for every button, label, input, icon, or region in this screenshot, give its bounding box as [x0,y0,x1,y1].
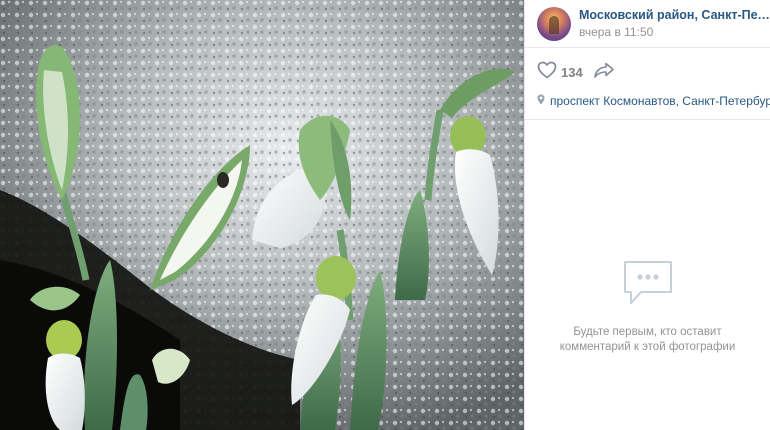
map-pin-icon [537,94,545,108]
empty-comments-text: Будьте первым, кто оставит комментарий к… [559,326,736,353]
post-author: Московский район, Санкт-Петербург вчера … [525,0,770,48]
author-info: Московский район, Санкт-Петербург вчера … [579,8,770,39]
like-button[interactable]: 134 [537,61,583,84]
author-name-link[interactable]: Московский район, Санкт-Петербург [579,8,770,22]
snowdrop-photo [0,0,524,430]
comment-bubble-icon [621,258,675,313]
avatar[interactable] [537,6,571,41]
photo-sidebar: Московский район, Санкт-Петербург вчера … [524,0,770,430]
post-time[interactable]: вчера в 11:50 [579,25,770,39]
post-actions: 134 [525,52,770,92]
share-arrow-icon [593,61,615,84]
comments-empty-state: Будьте первым, кто оставит комментарий к… [525,258,770,355]
heart-icon [537,61,557,84]
location-link[interactable]: проспект Космонавтов, Санкт-Петербург [525,92,770,110]
share-button[interactable] [593,61,615,84]
like-count: 134 [561,64,583,80]
photo[interactable] [0,0,524,430]
location-text: проспект Космонавтов, Санкт-Петербург [550,94,770,108]
photo-viewer: Московский район, Санкт-Петербург вчера … [0,0,770,430]
divider [525,119,770,120]
